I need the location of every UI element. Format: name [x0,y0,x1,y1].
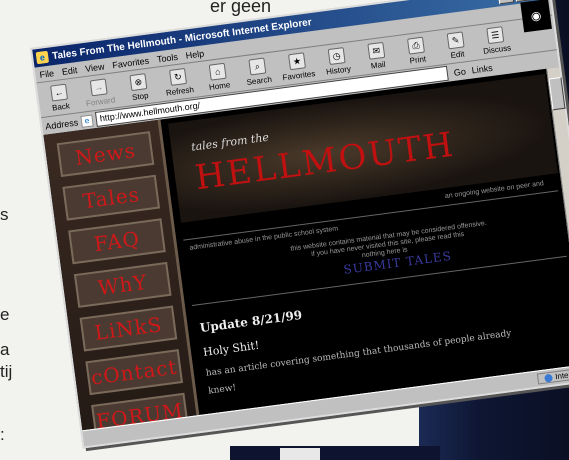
refresh-button[interactable]: ↻ Refresh [159,66,198,97]
forward-arrow-icon: → [89,77,108,96]
nav-links[interactable]: LiNkS [79,305,178,352]
stop-button[interactable]: ⊗ Stop [119,71,158,102]
print-label: Print [409,53,427,66]
ie-throbber-icon: ◉ [520,0,552,33]
menu-tools[interactable]: Tools [156,51,178,64]
refresh-icon: ↻ [169,67,187,86]
links-button[interactable]: Links [471,62,493,75]
update-text-2: has an article covering something that t… [205,328,513,379]
discuss-button[interactable]: ☰ Discuss [476,24,515,55]
edit-button[interactable]: ✎ Edit [437,30,476,61]
mail-icon: ✉ [367,41,386,60]
search-button[interactable]: ⌕ Search [238,56,277,87]
update-title: Update 8/21/99 [199,307,303,336]
dark-bottom-strip [230,446,440,460]
edit-icon: ✎ [446,30,465,49]
back-label: Back [51,100,71,113]
address-label: Address [44,116,79,132]
home-label: Home [208,79,231,92]
discuss-label: Discuss [482,42,512,56]
favorites-icon: ★ [287,51,306,70]
menu-edit[interactable]: Edit [61,65,78,77]
search-icon: ⌕ [248,57,267,75]
back-arrow-icon: ← [50,83,68,102]
search-label: Search [246,74,273,87]
white-block [280,448,320,460]
go-button[interactable]: Go [450,65,469,77]
forward-button[interactable]: → Forward [80,77,119,108]
forward-label: Forward [85,94,116,108]
favorites-button[interactable]: ★ Favorites [278,50,317,82]
history-label: History [325,63,352,77]
mail-button[interactable]: ✉ Mail [357,40,396,71]
menu-file[interactable]: File [39,68,55,80]
discuss-icon: ☰ [486,25,505,44]
history-icon: ◷ [327,46,346,65]
magazine-side-letter: : [0,425,5,444]
edit-label: Edit [450,48,465,60]
magazine-side-letter: a [0,340,10,359]
favorites-label: Favorites [281,68,316,82]
magazine-side-letter: s [0,205,9,224]
update-text-3: knew! [207,383,237,397]
nav-why[interactable]: WhY [73,261,172,308]
update-text: Holy Shit! [202,338,261,359]
security-zone: Internet [536,366,569,385]
print-button[interactable]: ⎙ Print [397,35,436,66]
main-content: tales from the HELLMOUTH an ongoing webs… [162,69,569,415]
nav-news[interactable]: News [56,131,155,178]
nav-tales[interactable]: Tales [62,174,161,221]
menu-favorites[interactable]: Favorites [112,55,150,70]
nav-contact[interactable]: cOntact [85,349,184,396]
home-icon: ⌂ [208,62,227,81]
ie-logo-icon: e [35,50,50,65]
globe-icon [543,373,553,383]
page-icon: e [80,113,94,128]
home-button[interactable]: ⌂ Home [199,61,238,92]
stop-icon: ⊗ [129,72,148,91]
magazine-side-letter: e [0,305,10,324]
stop-label: Stop [131,90,149,102]
scroll-thumb[interactable] [548,76,566,111]
back-button[interactable]: ← Back [40,82,79,113]
mail-label: Mail [370,59,387,71]
print-icon: ⎙ [406,36,425,55]
menu-view[interactable]: View [85,61,105,73]
magazine-heading-line-1: er geen [210,0,272,16]
zone-label: Internet [554,368,569,382]
browser-window: e Tales From The Hellmouth - Microsoft I… [30,0,569,449]
menu-help[interactable]: Help [185,48,205,60]
refresh-label: Refresh [165,84,195,98]
history-button[interactable]: ◷ History [318,45,357,76]
magazine-side-letter: tij [0,362,13,381]
nav-faq[interactable]: FAQ [68,218,166,265]
